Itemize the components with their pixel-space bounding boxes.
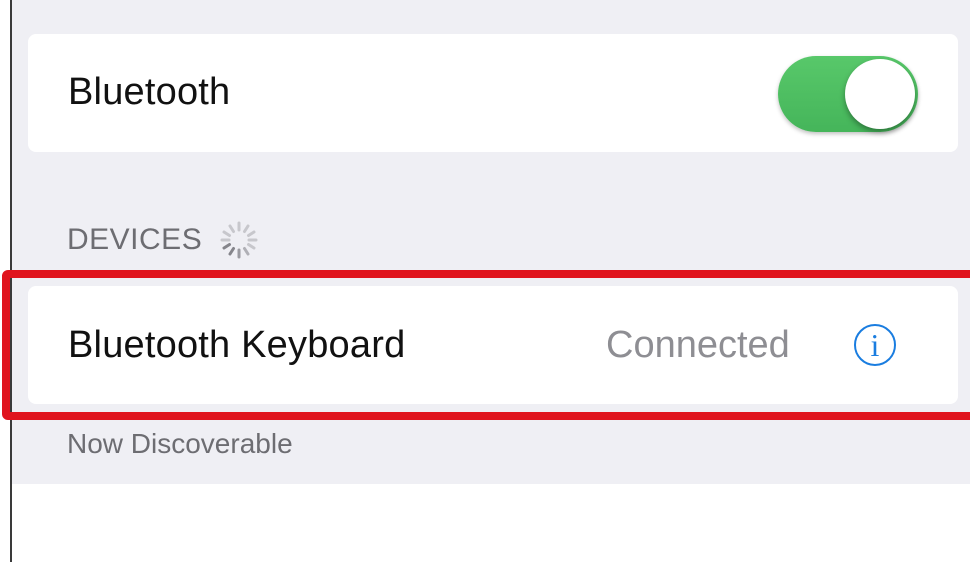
- device-status: Connected: [606, 324, 790, 366]
- discoverable-status-text: Now Discoverable: [67, 428, 293, 459]
- bluetooth-toggle-switch[interactable]: [778, 56, 918, 132]
- device-name: Bluetooth Keyboard: [68, 324, 406, 366]
- device-row-bluetooth-keyboard[interactable]: Bluetooth Keyboard Connected i: [28, 286, 958, 404]
- toggle-knob: [845, 59, 915, 129]
- activity-spinner-icon: [218, 219, 260, 261]
- info-icon[interactable]: i: [854, 324, 896, 366]
- bluetooth-toggle-row[interactable]: Bluetooth: [28, 34, 958, 152]
- bluetooth-label: Bluetooth: [68, 71, 231, 113]
- bluetooth-settings-screen: Bluetooth DEVICES Bluetooth Keyboard Con…: [0, 0, 970, 562]
- devices-section-header: DEVICES: [67, 218, 260, 262]
- devices-section-title: DEVICES: [67, 223, 203, 256]
